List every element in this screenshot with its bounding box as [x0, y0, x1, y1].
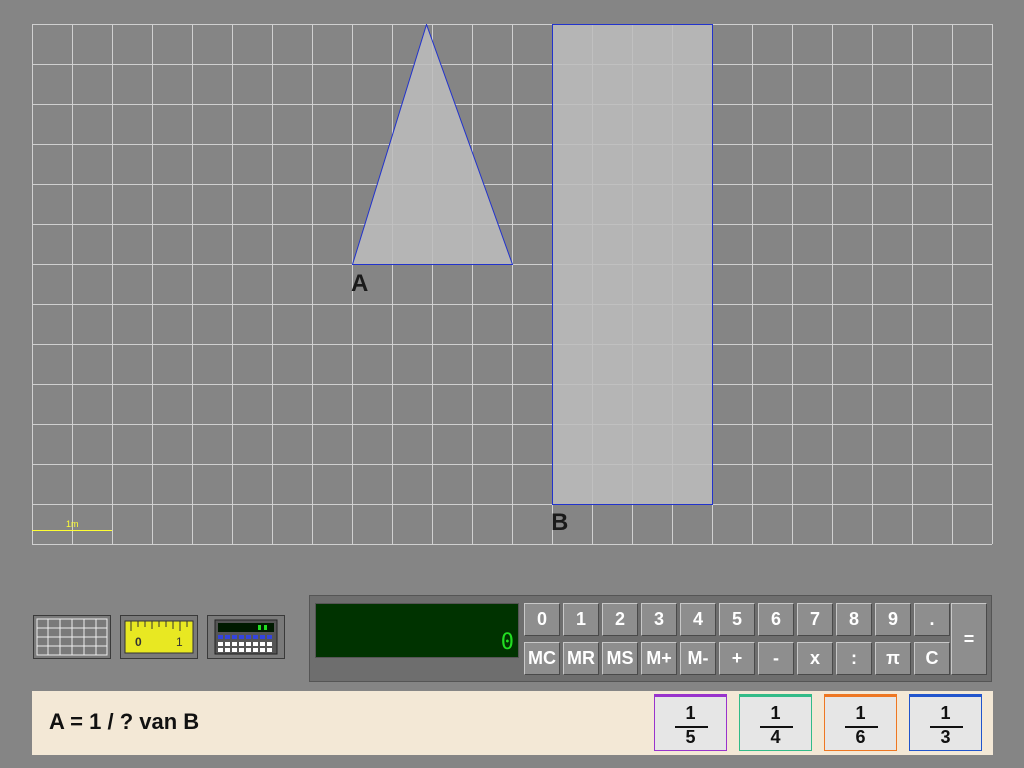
key-plus[interactable]: + [719, 642, 755, 675]
grid-icon [36, 618, 108, 656]
answer-option[interactable]: 13 [909, 694, 982, 751]
key-m-plus[interactable]: M+ [641, 642, 677, 675]
grid-tool-button[interactable] [33, 615, 111, 659]
answer-numerator: 1 [940, 703, 951, 723]
answer-numerator: 1 [685, 703, 696, 723]
key-divide[interactable]: : [836, 642, 872, 675]
calculator-display-value: 0 [500, 630, 514, 655]
key-m-minus[interactable]: M- [680, 642, 716, 675]
key-0[interactable]: 0 [524, 603, 560, 636]
key-minus[interactable]: - [758, 642, 794, 675]
shape-b-rectangle [552, 24, 713, 505]
ruler-tool-button[interactable]: 0 1 [120, 615, 198, 659]
key-2[interactable]: 2 [602, 603, 638, 636]
key-equals[interactable]: = [951, 603, 987, 675]
answer-denominator: 4 [770, 727, 781, 747]
key-ms[interactable]: MS [602, 642, 638, 675]
key-7[interactable]: 7 [797, 603, 833, 636]
question-text: A = 1 / ? van B [49, 709, 200, 734]
scale-label: 1m [66, 519, 79, 529]
answer-option[interactable]: 14 [739, 694, 812, 751]
ruler-mark-1: 1 [176, 635, 183, 649]
shape-b-label: B [551, 509, 569, 536]
key-1[interactable]: 1 [563, 603, 599, 636]
key-9[interactable]: 9 [875, 603, 911, 636]
answer-numerator: 1 [770, 703, 781, 723]
shape-a-label: A [351, 270, 369, 297]
calculator-icon [214, 619, 278, 655]
grid-canvas: A B 1m [32, 24, 993, 545]
ruler-mark-0: 0 [135, 635, 142, 649]
key-5[interactable]: 5 [719, 603, 755, 636]
answer-denominator: 3 [940, 727, 951, 747]
calculator-tool-button[interactable] [207, 615, 285, 659]
answer-denominator: 6 [855, 727, 866, 747]
key-mr[interactable]: MR [563, 642, 599, 675]
answer-option[interactable]: 15 [654, 694, 727, 751]
key-8[interactable]: 8 [836, 603, 872, 636]
answer-numerator: 1 [855, 703, 866, 723]
key-4[interactable]: 4 [680, 603, 716, 636]
answer-option[interactable]: 16 [824, 694, 897, 751]
key-3[interactable]: 3 [641, 603, 677, 636]
question-bar: A = 1 / ? van B 15141613 [32, 691, 993, 755]
key-c[interactable]: C [914, 642, 950, 675]
key-mc[interactable]: MC [524, 642, 560, 675]
calculator-display: 0 [315, 603, 519, 658]
key-pi[interactable]: π [875, 642, 911, 675]
key-6[interactable]: 6 [758, 603, 794, 636]
key-dot[interactable]: . [914, 603, 950, 636]
answer-denominator: 5 [685, 727, 696, 747]
grid-drawing [32, 24, 993, 545]
ruler-icon: 0 1 [124, 620, 194, 654]
calculator-panel: 0 0 1 2 3 4 5 6 7 8 9. MC MR MS M+ M- + - x: π C = [309, 595, 992, 682]
key-times[interactable]: x [797, 642, 833, 675]
